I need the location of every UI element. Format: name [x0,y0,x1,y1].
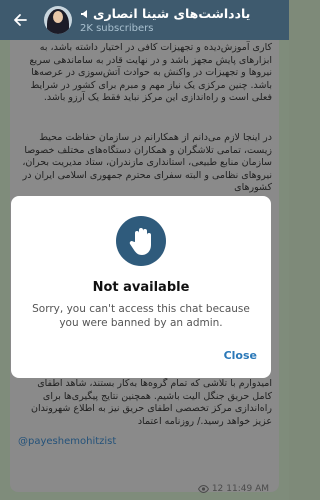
message-paragraph: در اینجا لازم می‌دانم از همکارانم در ساز… [22,132,272,193]
message-paragraph: کاری آموزش‌دیده و تجهیزات کافی در اختیار… [29,42,273,103]
back-arrow-icon [14,14,27,26]
back-button[interactable] [0,0,40,40]
view-count: 12 [211,484,224,494]
chat-header: یادداشت‌های شینا انصاری 2K subscribers [0,0,289,40]
hand-stop-icon [116,216,166,266]
message-paragraph: امیدوارم با تلاشی که تمام گروه‌ها به‌کار… [30,378,272,427]
subscriber-count: 2K subscribers [80,23,154,34]
eye-icon [197,485,209,493]
dialog-message: Sorry, you can't access this chat becaus… [32,303,250,329]
channel-title: یادداشت‌های شینا انصاری [93,6,251,21]
message-meta: 12 11:49 AM [197,484,269,494]
dialog-title: Not available [92,280,190,295]
megaphone-icon [81,9,87,18]
channel-handle-link[interactable]: @payeshemohitzist [18,436,116,447]
message-time: 11:49 AM [226,484,269,494]
channel-avatar[interactable] [44,6,72,34]
not-available-dialog: Not available Sorry, you can't access th… [11,196,271,378]
header-titles[interactable]: یادداشت‌های شینا انصاری 2K subscribers [80,6,289,34]
close-button[interactable]: Close [224,349,257,362]
